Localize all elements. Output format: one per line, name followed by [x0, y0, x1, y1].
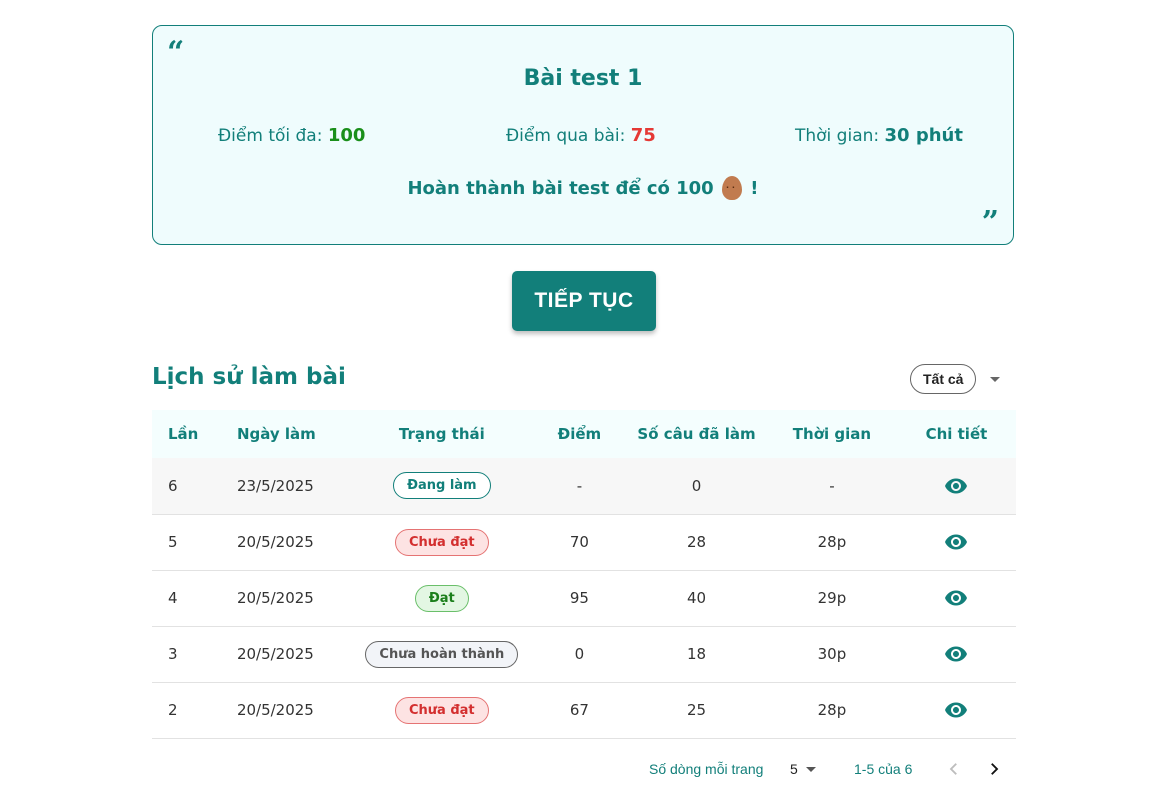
status-badge: Chưa hoàn thành [365, 640, 519, 668]
status-cell: Đang làm [351, 458, 533, 514]
col-answered: Số câu đã làm [637, 425, 756, 443]
answered-cell: 40 [686, 589, 707, 607]
table-pagination: Số dòng mỗi trang 5 1-5 của 6 [0, 758, 1155, 780]
status-filter-select[interactable]: Tất cả [910, 364, 1001, 394]
score-cell: 70 [569, 533, 589, 551]
previous-page-button[interactable] [942, 758, 966, 780]
time-cell: 28p [817, 701, 847, 719]
detail-cell [897, 626, 1016, 682]
reward-message: Hoàn thành bài test để có 100 ! [153, 176, 1013, 200]
table-row: 5 20/5/2025 Chưa đạt 70 28 28p [152, 514, 1016, 570]
status-filter-value[interactable]: Tất cả [910, 364, 977, 394]
status-badge: Đạt [414, 584, 469, 612]
test-duration-label: Thời gian: [795, 126, 885, 146]
pass-score: Điểm qua bài: 75 [506, 125, 656, 146]
eye-icon[interactable] [944, 530, 968, 554]
time-cell: 28p [817, 533, 847, 551]
col-time: Thời gian [792, 425, 872, 443]
status-badge: Đang làm [393, 472, 491, 500]
score-cell: 0 [574, 645, 585, 663]
continue-button[interactable]: TIẾP TỤC [512, 271, 656, 331]
status-cell: Đạt [351, 570, 533, 626]
date-cell: 23/5/2025 [236, 476, 314, 495]
detail-cell [897, 682, 1016, 738]
attempt-cell: 2 [168, 701, 178, 719]
eye-icon[interactable] [944, 698, 968, 722]
date-cell: 20/5/2025 [236, 589, 314, 607]
status-badge: Chưa đạt [395, 528, 489, 556]
score-cell: 95 [569, 589, 589, 607]
chevron-down-icon[interactable] [805, 766, 816, 772]
seed-coin-icon [722, 176, 742, 200]
history-table: Lần Ngày làm Trạng thái Điểm Số câu đã l… [152, 410, 1016, 739]
chevron-left-icon[interactable] [945, 760, 963, 778]
score-cell: 67 [569, 701, 589, 719]
reward-exclamation: ! [750, 178, 759, 199]
page-range: 1-5 của 6 [854, 761, 913, 777]
max-score: Điểm tối đa: 100 [218, 125, 365, 146]
reward-text: Hoàn thành bài test để có 100 [407, 178, 714, 199]
date-cell: 20/5/2025 [236, 645, 314, 663]
table-row: 6 23/5/2025 Đang làm - 0 - [152, 458, 1016, 514]
col-status: Trạng thái [398, 425, 485, 443]
status-cell: Chưa hoàn thành [351, 626, 533, 682]
time-cell: 30p [817, 645, 847, 663]
chevron-right-icon[interactable] [985, 760, 1003, 778]
table-header-row: Lần Ngày làm Trạng thái Điểm Số câu đã l… [152, 410, 1016, 458]
max-score-value: 100 [327, 125, 366, 146]
pass-score-value: 75 [630, 125, 656, 146]
answered-cell: 18 [686, 645, 707, 663]
table-row: 4 20/5/2025 Đạt 95 40 29p [152, 570, 1016, 626]
time-cell: - [829, 476, 835, 495]
col-attempt: Lần [168, 425, 199, 443]
col-detail: Chi tiết [925, 425, 988, 443]
time-cell: 29p [817, 589, 847, 607]
attempt-cell: 6 [168, 476, 178, 495]
detail-cell [897, 458, 1016, 514]
status-cell: Chưa đạt [351, 682, 533, 738]
status-cell: Chưa đạt [351, 514, 533, 570]
col-date: Ngày làm [236, 425, 316, 443]
history-title: Lịch sử làm bài [152, 364, 346, 390]
rows-per-page-select[interactable]: 5 [790, 761, 816, 777]
attempt-cell: 5 [168, 533, 178, 551]
attempt-cell: 3 [168, 645, 178, 663]
eye-icon[interactable] [944, 474, 968, 498]
eye-icon[interactable] [944, 586, 968, 610]
next-page-button[interactable] [982, 758, 1006, 780]
close-quote-icon: ” [981, 205, 999, 240]
open-quote-icon: “ [167, 35, 185, 70]
date-cell: 20/5/2025 [236, 533, 314, 551]
rows-per-page-label: Số dòng mỗi trang [649, 761, 764, 777]
eye-icon[interactable] [944, 642, 968, 666]
answered-cell: 28 [686, 533, 707, 551]
answered-cell: 25 [686, 701, 707, 719]
max-score-label: Điểm tối đa: [218, 126, 328, 146]
test-info-card: “ Bài test 1 Điểm tối đa: 100 Điểm qua b… [152, 25, 1014, 245]
date-cell: 20/5/2025 [236, 701, 314, 719]
col-score: Điểm [557, 425, 602, 443]
status-badge: Chưa đạt [395, 696, 489, 724]
detail-cell [897, 514, 1016, 570]
test-duration: Thời gian: 30 phút [795, 125, 963, 146]
pass-score-label: Điểm qua bài: [506, 126, 631, 146]
test-duration-value: 30 phút [884, 125, 963, 146]
attempt-cell: 4 [168, 589, 178, 607]
table-row: 3 20/5/2025 Chưa hoàn thành 0 18 30p [152, 626, 1016, 682]
score-cell: - [576, 476, 583, 495]
rows-per-page-value[interactable]: 5 [790, 761, 798, 777]
detail-cell [897, 570, 1016, 626]
table-row: 2 20/5/2025 Chưa đạt 67 25 28p [152, 682, 1016, 738]
chevron-down-icon[interactable] [990, 376, 1001, 382]
test-title: Bài test 1 [523, 66, 643, 91]
answered-cell: 0 [691, 476, 702, 495]
